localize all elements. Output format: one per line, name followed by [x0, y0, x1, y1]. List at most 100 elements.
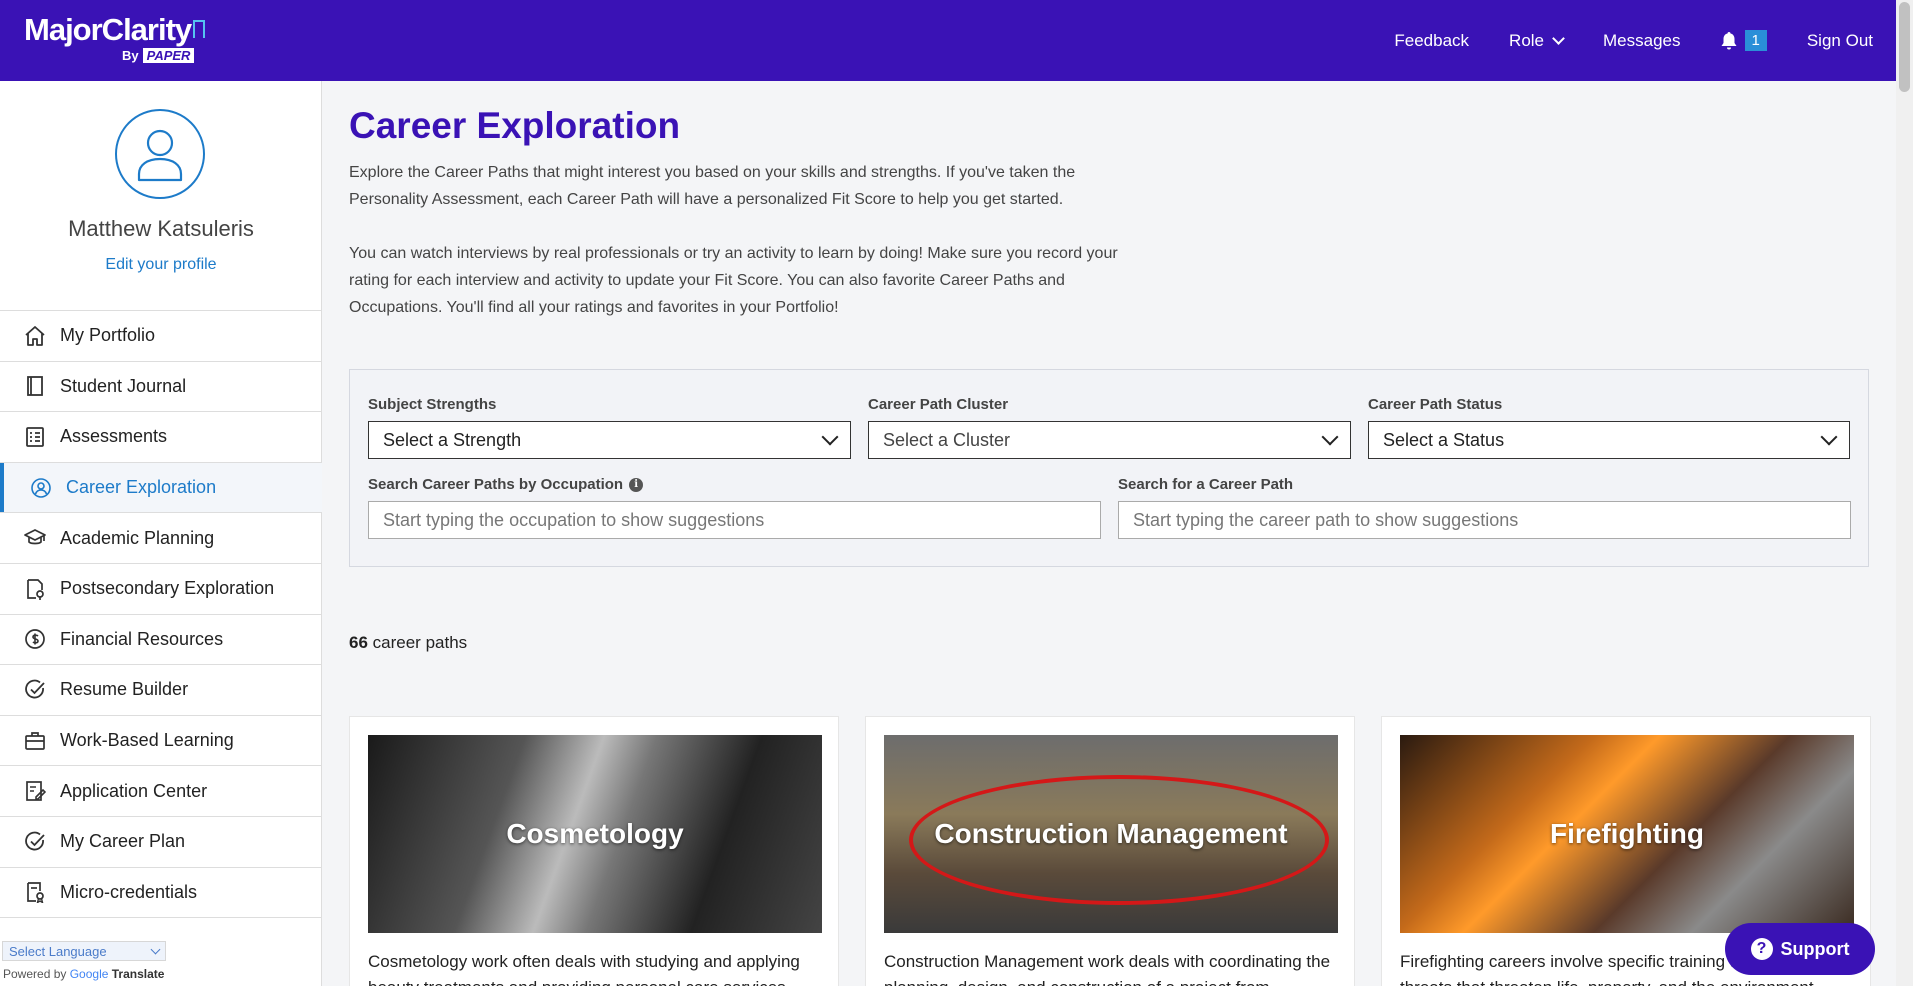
help-icon: ?	[1750, 938, 1773, 960]
graduation-cap-icon	[24, 529, 46, 545]
google-translate-attribution: Powered by Google Translate	[3, 967, 164, 981]
sidebar-item-micro-credentials[interactable]: Micro-credentials	[0, 868, 322, 919]
highlight-circle	[909, 775, 1329, 905]
sidebar-item-label: Work-Based Learning	[60, 730, 234, 751]
sidebar-menu: My Portfolio Student Journal Assessments…	[0, 310, 322, 919]
sidebar-item-student-journal[interactable]: Student Journal	[0, 362, 322, 413]
career-card-cosmetology[interactable]: Cosmetology Cosmetology work often deals…	[349, 716, 839, 986]
google-logo: Google	[69, 967, 109, 981]
career-path-count-text: career paths	[372, 633, 468, 652]
sidebar: Matthew Katsuleris Edit your profile My …	[0, 81, 322, 986]
sidebar-item-financial-resources[interactable]: Financial Resources	[0, 615, 322, 666]
occupation-search-input[interactable]: Start typing the occupation to show sugg…	[368, 501, 1101, 539]
sidebar-item-label: Student Journal	[60, 375, 187, 396]
messages-link[interactable]: Messages	[1603, 31, 1680, 51]
sidebar-item-label: My Career Plan	[60, 831, 186, 852]
application-icon	[26, 781, 46, 801]
sidebar-item-academic-planning[interactable]: Academic Planning	[0, 513, 322, 564]
sidebar-item-label: Resume Builder	[60, 679, 189, 700]
sidebar-item-work-based-learning[interactable]: Work-Based Learning	[0, 716, 322, 767]
assessment-icon	[26, 427, 44, 447]
sidebar-item-label: Postsecondary Exploration	[60, 578, 275, 599]
role-dropdown[interactable]: Role	[1509, 30, 1565, 51]
career-path-search-input[interactable]: Start typing the career path to show sug…	[1118, 501, 1851, 539]
check-circle-icon	[25, 831, 45, 851]
notifications-button[interactable]: 1	[1721, 30, 1767, 51]
intro-paragraph-2: You can watch interviews by real profess…	[349, 245, 1118, 316]
home-icon	[25, 325, 45, 346]
subject-strengths-select[interactable]: Select a Strength	[368, 421, 851, 459]
chevron-down-icon	[150, 944, 161, 954]
career-card-construction-management[interactable]: Construction Management Construction Man…	[865, 716, 1355, 986]
sidebar-item-label: My Portfolio	[60, 325, 156, 346]
sidebar-item-assessments[interactable]: Assessments	[0, 412, 322, 463]
occupation-search-label-row: Search Career Paths by Occupation i	[368, 476, 644, 493]
career-path-cards: Cosmetology Cosmetology work often deals…	[349, 716, 1871, 986]
role-label: Role	[1509, 30, 1545, 50]
chevron-down-icon	[1321, 428, 1339, 446]
scrollbar-thumb[interactable]	[1899, 2, 1910, 92]
career-path-search-label: Search for a Career Path	[1118, 476, 1294, 493]
chevron-down-icon	[1552, 31, 1565, 45]
logo-text: MajorClarity	[24, 12, 192, 47]
support-label: Support	[1780, 938, 1850, 959]
info-icon[interactable]: i	[629, 477, 644, 492]
card-title: Cosmetology	[506, 818, 684, 849]
subject-strengths-label: Subject Strengths	[368, 396, 497, 413]
chevron-down-icon	[821, 428, 839, 446]
intro-paragraph-1: Explore the Career Paths that might inte…	[349, 164, 1076, 208]
sidebar-item-label: Assessments	[60, 426, 168, 447]
sidebar-item-label: Application Center	[60, 780, 208, 801]
sidebar-item-application-center[interactable]: Application Center	[0, 766, 322, 817]
sidebar-item-label: Academic Planning	[60, 527, 215, 548]
bell-icon	[1721, 31, 1736, 49]
feedback-link[interactable]: Feedback	[1394, 31, 1469, 51]
profile-name: Matthew Katsuleris	[68, 216, 254, 241]
notification-count-badge: 1	[1744, 30, 1767, 51]
logo-by: By	[122, 48, 139, 63]
card-description: Construction Management work deals with …	[884, 952, 1331, 986]
career-path-cluster-label: Career Path Cluster	[868, 396, 1009, 413]
sidebar-item-postsecondary-exploration[interactable]: Postsecondary Exploration	[0, 564, 322, 615]
occupation-search-label: Search Career Paths by Occupation	[368, 476, 624, 493]
bookmark-icon	[193, 20, 206, 38]
filter-panel: Subject Strengths Select a Strength Care…	[349, 369, 1869, 567]
translate-link[interactable]: Translate	[112, 967, 165, 981]
career-path-cluster-select[interactable]: Select a Cluster	[868, 421, 1351, 459]
career-path-status-value: Select a Status	[1383, 429, 1505, 450]
document-pin-icon	[27, 578, 44, 600]
powered-by-text: Powered by	[3, 967, 67, 981]
sidebar-item-career-exploration[interactable]: Career Exploration	[0, 462, 322, 514]
support-button[interactable]: ? Support	[1725, 923, 1875, 975]
language-select[interactable]: Select Language	[2, 941, 166, 961]
journal-icon	[27, 376, 43, 397]
credential-icon	[27, 882, 44, 904]
user-icon	[137, 129, 183, 182]
page-scrollbar[interactable]	[1896, 0, 1913, 986]
card-image[interactable]: Construction Management	[884, 735, 1338, 933]
edit-profile-link[interactable]: Edit your profile	[0, 256, 322, 274]
card-image[interactable]: Firefighting	[1400, 735, 1854, 933]
sidebar-item-label: Career Exploration	[66, 477, 217, 498]
dollar-icon	[25, 629, 45, 650]
sidebar-item-my-portfolio[interactable]: My Portfolio	[0, 311, 322, 362]
subject-strengths-value: Select a Strength	[383, 429, 522, 450]
sidebar-item-my-career-plan[interactable]: My Career Plan	[0, 817, 322, 868]
top-navbar: MajorClarity By PAPER Feedback Role Messa…	[0, 0, 1913, 81]
sidebar-item-resume-builder[interactable]: Resume Builder	[0, 665, 322, 716]
career-path-count: 66 career paths	[349, 633, 467, 653]
career-path-count-number: 66	[349, 633, 368, 652]
card-description: Cosmetology work often deals with studyi…	[368, 952, 800, 986]
career-path-status-select[interactable]: Select a Status	[1368, 421, 1850, 459]
sign-out-link[interactable]: Sign Out	[1807, 31, 1873, 51]
logo-paper: PAPER	[142, 48, 195, 63]
card-image[interactable]: Cosmetology	[368, 735, 822, 933]
career-path-status-label: Career Path Status	[1368, 396, 1503, 413]
intro-text: Explore the Career Paths that might inte…	[349, 159, 1129, 321]
sidebar-item-label: Financial Resources	[60, 628, 224, 649]
chevron-down-icon	[1820, 428, 1838, 446]
majorclarity-logo[interactable]: MajorClarity By PAPER	[24, 12, 206, 63]
career-path-cluster-value: Select a Cluster	[883, 429, 1011, 450]
top-nav: Feedback Role Messages 1 Sign Out	[1394, 0, 1913, 81]
briefcase-icon	[25, 731, 45, 750]
